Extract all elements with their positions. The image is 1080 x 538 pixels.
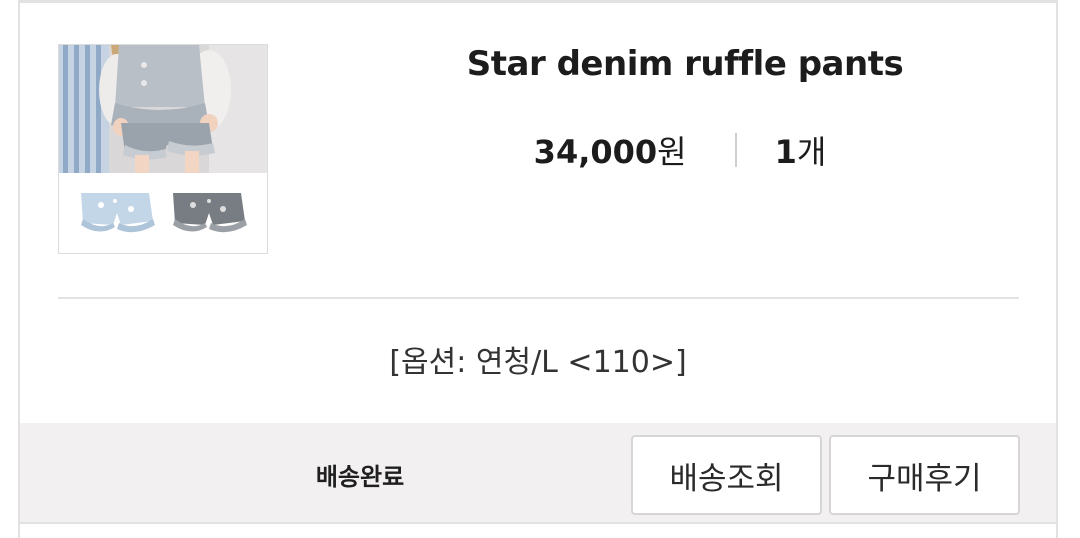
product-option: [옵션: 연청/L <110>] — [389, 345, 687, 380]
quantity-unit: 개 — [796, 133, 827, 171]
write-review-button[interactable]: 구매후기 — [829, 435, 1020, 515]
section-divider — [58, 297, 1019, 299]
track-delivery-button[interactable]: 배송조회 — [631, 435, 822, 515]
product-price: 34,000원 — [534, 127, 687, 173]
top-border — [18, 0, 1058, 3]
product-thumbnail[interactable] — [58, 44, 268, 254]
price-unit: 원 — [657, 133, 687, 171]
product-quantity: 1개 — [775, 127, 827, 173]
product-name[interactable]: Star denim ruffle pants — [400, 44, 970, 84]
price-quantity-row: 34,000원 1개 — [440, 127, 920, 173]
product-photo — [59, 45, 267, 253]
vertical-divider — [734, 133, 737, 167]
price-amount: 34,000 — [533, 133, 658, 171]
order-actions-bar: 배송완료 배송조회 구매후기 — [20, 423, 1056, 523]
quantity-amount: 1 — [774, 133, 797, 171]
bottom-border — [18, 522, 1058, 524]
delivery-status: 배송완료 — [315, 463, 405, 491]
